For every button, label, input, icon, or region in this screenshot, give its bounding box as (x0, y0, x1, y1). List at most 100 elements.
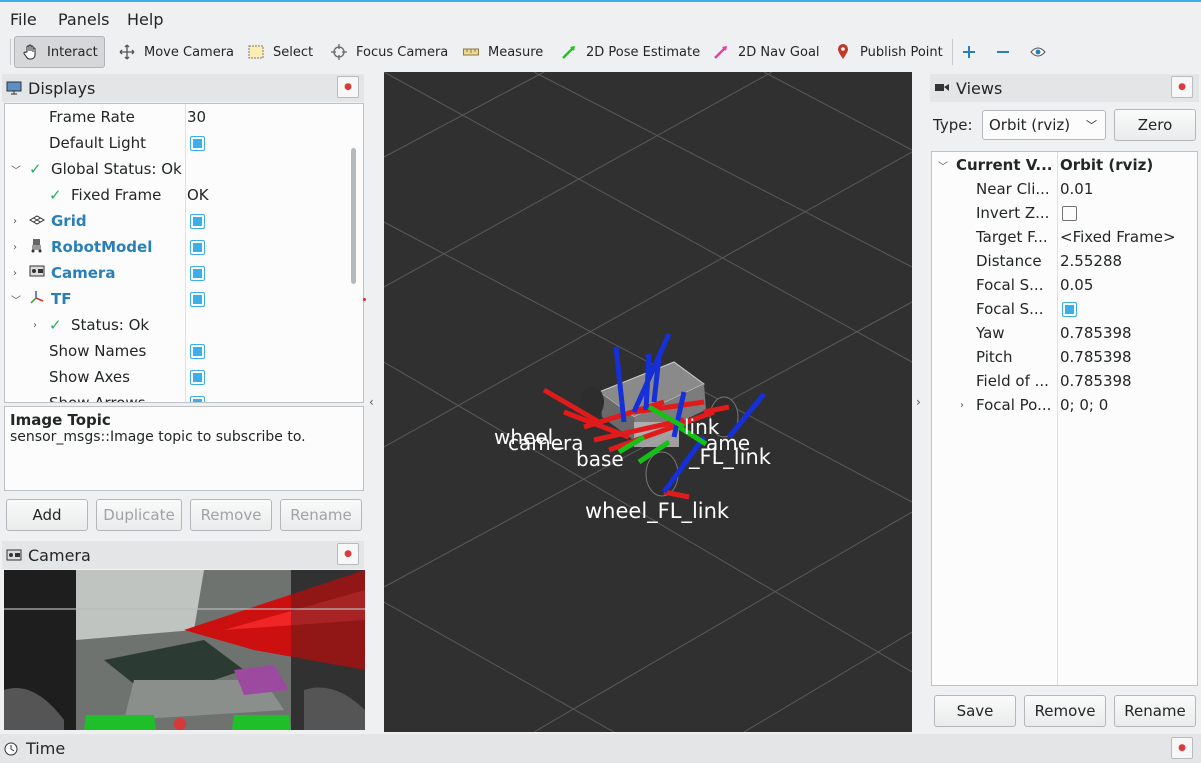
tree-row-show-arrows[interactable]: Show Arrows (5, 390, 350, 402)
chevron-down-icon[interactable]: ﹀ (11, 292, 21, 307)
focus-camera-icon (330, 43, 348, 61)
tree-row-default-light[interactable]: Default Light (5, 130, 350, 156)
remove-tool-button[interactable] (990, 36, 1016, 68)
nav-goal-icon (712, 43, 730, 61)
chevron-right-icon[interactable]: › (13, 216, 17, 227)
default-light-checkbox[interactable] (190, 135, 205, 151)
displays-close-button[interactable]: ● (337, 76, 359, 98)
tf-axes-icon (29, 289, 45, 309)
rename-button[interactable]: Rename (280, 499, 362, 531)
publish-point-tool[interactable]: Publish Point (828, 36, 949, 68)
menu-panels[interactable]: Panels (58, 10, 110, 29)
tree-row-grid[interactable]: › Grid (5, 208, 350, 234)
row-value[interactable]: 0; 0; 0 (1060, 396, 1108, 414)
row-label: Yaw (976, 324, 1005, 342)
focal-shape-checkbox[interactable] (1062, 301, 1077, 317)
row-value[interactable]: 0.785398 (1060, 324, 1132, 342)
views-row-focal-point[interactable]: › Focal Po... 0; 0; 0 (932, 392, 1197, 418)
interact-tool[interactable]: Interact (14, 36, 105, 68)
views-row-yaw[interactable]: Yaw 0.785398 (932, 320, 1197, 346)
nav-goal-tool[interactable]: 2D Nav Goal (706, 36, 826, 68)
grid-checkbox[interactable] (190, 213, 205, 229)
tf-checkbox[interactable] (190, 291, 205, 307)
collapse-right-handle[interactable]: › (916, 395, 921, 409)
publish-point-label: Publish Point (860, 44, 943, 60)
row-value[interactable]: 30 (187, 108, 206, 126)
views-row-near-clip[interactable]: Near Cli... 0.01 (932, 176, 1197, 202)
camera-icon (6, 548, 22, 562)
views-row-focal-shape-size[interactable]: Focal S... 0.05 (932, 272, 1197, 298)
show-arrows-checkbox[interactable] (190, 395, 205, 402)
show-names-checkbox[interactable] (190, 343, 205, 359)
rename-view-button[interactable]: Rename (1114, 695, 1196, 727)
row-label: Field of ... (976, 372, 1049, 390)
row-value[interactable]: 2.55288 (1060, 252, 1122, 270)
menu-file[interactable]: File (10, 10, 37, 29)
tree-row-camera[interactable]: › Camera (5, 260, 350, 286)
row-label: Show Names (49, 342, 147, 360)
views-row-target-frame[interactable]: Target F... <Fixed Frame> (932, 224, 1197, 250)
views-row-focal-shape-fixed[interactable]: Focal S... (932, 296, 1197, 322)
row-value[interactable]: 0.01 (1060, 180, 1093, 198)
chevron-right-icon[interactable]: › (33, 320, 37, 331)
add-tool-button[interactable] (956, 36, 982, 68)
view-type-select[interactable]: Orbit (rviz) ﹀ (982, 110, 1106, 140)
view-type-label: Type: (933, 116, 973, 134)
camera-panel-close-button[interactable]: ● (337, 543, 359, 565)
views-row-current-view[interactable]: ﹀ Current V... Orbit (rviz) (932, 152, 1197, 178)
row-value[interactable]: 0.05 (1060, 276, 1093, 294)
remove-view-button[interactable]: Remove (1024, 695, 1106, 727)
duplicate-button[interactable]: Duplicate (96, 499, 182, 531)
chevron-right-icon[interactable]: › (13, 268, 17, 279)
chevron-right-icon[interactable]: › (960, 400, 964, 411)
views-close-button[interactable]: ● (1171, 76, 1193, 98)
camera-checkbox[interactable] (190, 265, 205, 281)
camera-panel-title: Camera (28, 545, 91, 565)
chevron-down-icon[interactable]: ﹀ (11, 162, 21, 177)
chevron-right-icon[interactable]: › (13, 242, 17, 253)
row-value[interactable]: <Fixed Frame> (1060, 228, 1176, 246)
displays-scrollbar[interactable] (351, 148, 356, 284)
time-panel-close-button[interactable]: ● (1171, 737, 1193, 759)
collapse-left-handle[interactable]: ‹ (369, 395, 374, 409)
time-panel-header: Time (0, 734, 1201, 763)
tree-row-tf[interactable]: ﹀ TF (5, 286, 350, 312)
views-row-field-of-view[interactable]: Field of ... 0.785398 (932, 368, 1197, 394)
toggle-visibility-button[interactable] (1024, 36, 1052, 68)
tree-row-show-axes[interactable]: Show Axes (5, 364, 350, 390)
views-row-distance[interactable]: Distance 2.55288 (932, 248, 1197, 274)
invert-z-checkbox[interactable] (1062, 205, 1077, 221)
clock-icon (4, 742, 20, 756)
pose-estimate-tool[interactable]: 2D Pose Estimate (554, 36, 706, 68)
pose-estimate-label: 2D Pose Estimate (586, 44, 701, 60)
row-label: Pitch (976, 348, 1013, 366)
tree-row-robotmodel[interactable]: › RobotModel (5, 234, 350, 260)
zero-button[interactable]: Zero (1114, 109, 1196, 141)
row-value[interactable]: 0.785398 (1060, 348, 1132, 366)
minus-icon (996, 43, 1010, 61)
chevron-down-icon[interactable]: ﹀ (938, 158, 948, 173)
tree-row-show-names[interactable]: Show Names (5, 338, 350, 364)
move-camera-tool[interactable]: Move Camera (112, 36, 240, 68)
focus-camera-tool[interactable]: Focus Camera (324, 36, 454, 68)
remove-button[interactable]: Remove (190, 499, 272, 531)
3d-viewport[interactable]: wheel_FL_link _FL_link wheel_ camera bas… (384, 72, 912, 732)
video-camera-icon (934, 81, 950, 95)
tree-row-global-status[interactable]: ﹀ ✓ Global Status: Ok (5, 156, 350, 182)
show-axes-checkbox[interactable] (190, 369, 205, 385)
row-value[interactable]: 0.785398 (1060, 372, 1132, 390)
views-row-invert-z[interactable]: Invert Z... (932, 200, 1197, 226)
menu-help[interactable]: Help (127, 10, 163, 29)
tree-row-fixed-frame[interactable]: ✓ Fixed Frame OK (5, 182, 350, 208)
focus-camera-label: Focus Camera (356, 44, 449, 60)
select-tool[interactable]: Select (241, 36, 319, 68)
tree-row-frame-rate[interactable]: Frame Rate 30 (5, 104, 350, 130)
row-label: Camera (51, 264, 116, 282)
robotmodel-checkbox[interactable] (190, 239, 205, 255)
measure-tool[interactable]: Measure (456, 36, 549, 68)
views-row-pitch[interactable]: Pitch 0.785398 (932, 344, 1197, 370)
save-view-button[interactable]: Save (934, 695, 1016, 727)
add-button[interactable]: Add (6, 499, 88, 531)
tree-row-tf-status[interactable]: › ✓ Status: Ok (5, 312, 350, 338)
select-label: Select (273, 44, 314, 60)
